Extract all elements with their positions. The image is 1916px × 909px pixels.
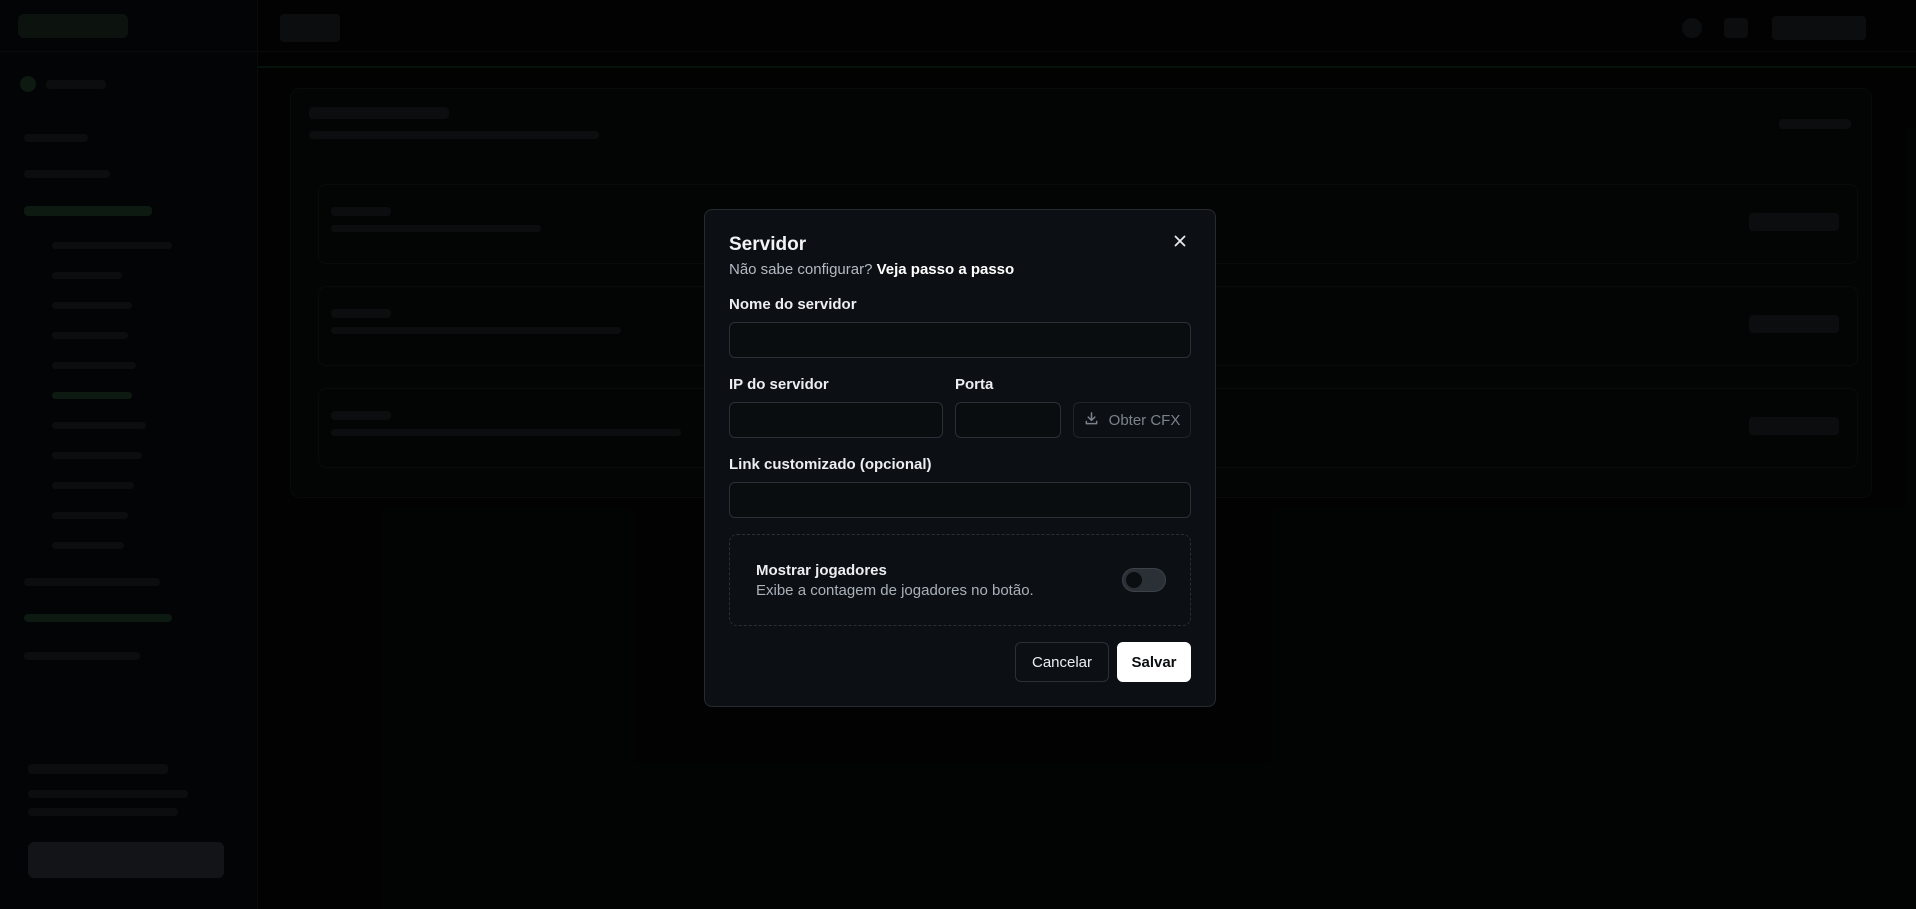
get-cfx-button[interactable]: Obter CFX	[1073, 402, 1191, 438]
cancel-button[interactable]: Cancelar	[1015, 642, 1109, 682]
get-cfx-label: Obter CFX	[1108, 411, 1181, 429]
show-players-setting: Mostrar jogadores Exibe a contagem de jo…	[729, 534, 1191, 626]
custom-link-label: Link customizado (opcional)	[729, 456, 932, 473]
close-icon	[1174, 234, 1186, 252]
subtitle-text: Não sabe configurar?	[729, 261, 873, 278]
server-ip-label: IP do servidor	[729, 376, 829, 393]
dialog-subtitle: Não sabe configurar? Veja passo a passo	[729, 261, 1014, 278]
step-by-step-link[interactable]: Veja passo a passo	[877, 261, 1015, 278]
server-name-input[interactable]	[729, 322, 1191, 358]
show-players-title: Mostrar jogadores	[756, 562, 887, 579]
show-players-description: Exibe a contagem de jogadores no botão.	[756, 582, 1034, 599]
show-players-toggle[interactable]	[1122, 568, 1166, 592]
save-button[interactable]: Salvar	[1117, 642, 1191, 682]
custom-link-input[interactable]	[729, 482, 1191, 518]
port-input[interactable]	[955, 402, 1061, 438]
dialog-title: Servidor	[729, 234, 807, 255]
port-label: Porta	[955, 376, 994, 393]
download-icon	[1084, 411, 1099, 430]
toggle-knob	[1126, 572, 1142, 588]
close-button[interactable]	[1171, 234, 1189, 252]
server-dialog: Servidor Não sabe configurar? Veja passo…	[704, 209, 1216, 707]
server-ip-input[interactable]	[729, 402, 943, 438]
server-name-label: Nome do servidor	[729, 296, 857, 313]
